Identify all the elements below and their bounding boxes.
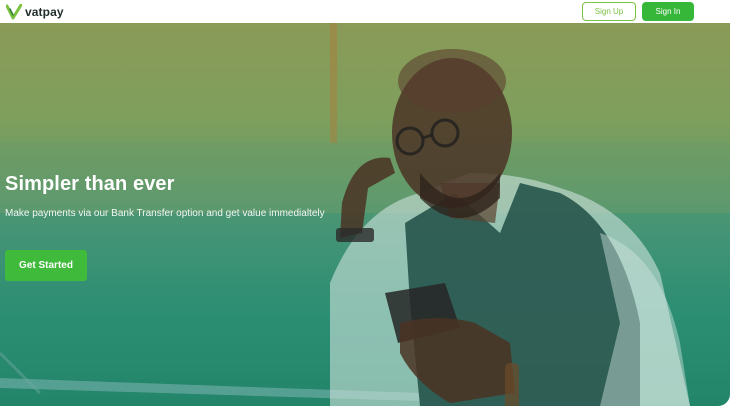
sign-up-button[interactable]: Sign Up bbox=[582, 2, 636, 21]
hero-section: Simpler than ever Make payments via our … bbox=[0, 23, 730, 406]
hero-title: Simpler than ever bbox=[5, 173, 175, 195]
sign-in-button[interactable]: Sign In bbox=[642, 2, 694, 21]
hero-subtitle: Make payments via our Bank Transfer opti… bbox=[5, 208, 325, 219]
auth-buttons: Sign Up Sign In bbox=[582, 2, 694, 21]
get-started-button[interactable]: Get Started bbox=[5, 250, 87, 281]
v-check-logo-icon bbox=[6, 3, 22, 19]
hero-copy: Simpler than ever Make payments via our … bbox=[5, 173, 325, 219]
top-navbar: vatpay Sign Up Sign In bbox=[0, 0, 730, 23]
brand-name: vatpay bbox=[25, 4, 64, 19]
brand[interactable]: vatpay bbox=[6, 3, 64, 20]
